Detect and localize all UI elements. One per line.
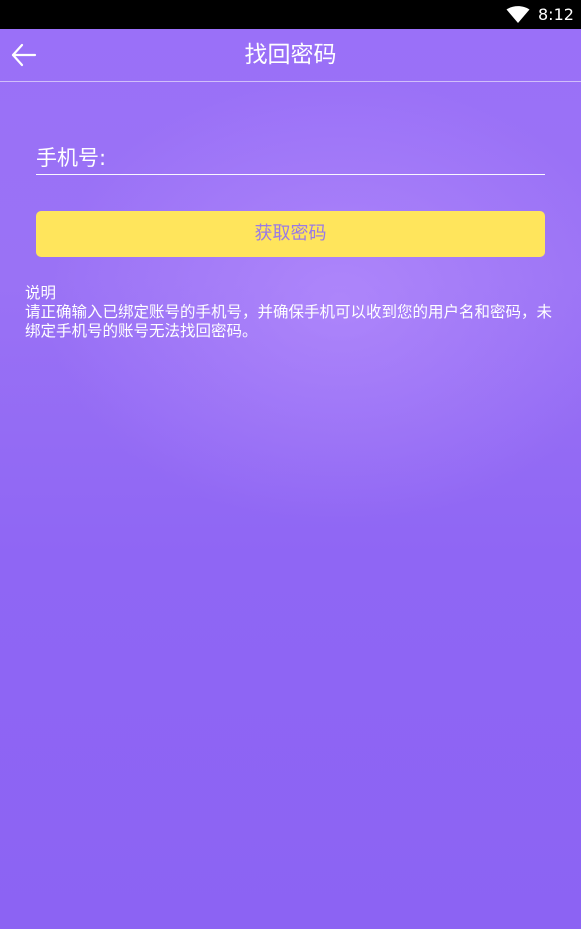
phone-field-row: 手机号: — [36, 138, 545, 175]
app-bar: 找回密码 — [0, 29, 581, 82]
status-time: 8:12 — [538, 5, 574, 24]
find-password-screen: 8:12 找回密码 手机号: 获取密码 说明 请正确输入已绑定账号的手机号，并确… — [0, 0, 581, 929]
notes: 说明 请正确输入已绑定账号的手机号，并确保手机可以收到您的用户名和密码，未绑定手… — [25, 284, 555, 341]
notes-title: 说明 — [25, 284, 57, 302]
phone-label: 手机号: — [36, 146, 107, 170]
get-password-button[interactable]: 获取密码 — [36, 211, 545, 257]
notes-body: 请正确输入已绑定账号的手机号，并确保手机可以收到您的用户名和密码，未绑定手机号的… — [25, 303, 553, 340]
back-button[interactable] — [6, 39, 42, 71]
wifi-icon — [506, 6, 530, 24]
arrow-left-icon — [6, 39, 42, 71]
phone-input[interactable] — [112, 142, 544, 172]
status-bar: 8:12 — [0, 0, 581, 29]
page-title: 找回密码 — [244, 42, 337, 68]
